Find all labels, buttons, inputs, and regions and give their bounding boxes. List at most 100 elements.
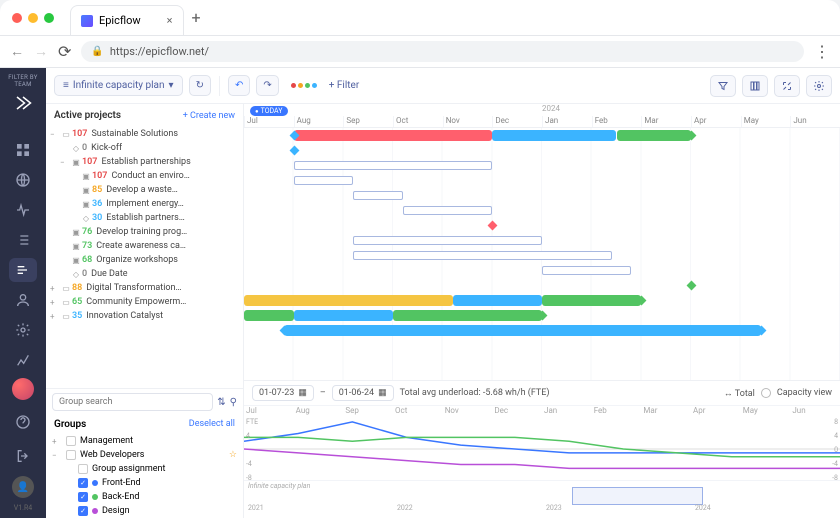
gantt-bar[interactable] (294, 310, 393, 321)
expand-toggle[interactable]: + (50, 312, 60, 321)
group-row[interactable]: ✓Back-End (46, 490, 243, 504)
group-row[interactable]: −Web Developers☆ (46, 448, 243, 462)
gantt-row[interactable] (244, 158, 840, 173)
forward-button[interactable]: → (34, 43, 48, 60)
load-chart[interactable]: JulAugSepOctNovDecJanFebMarAprMayJun FTE… (244, 405, 840, 518)
gantt-row[interactable] (244, 233, 840, 248)
gantt-row[interactable] (244, 218, 840, 233)
gantt-row[interactable] (244, 278, 840, 293)
tree-row[interactable]: +▭88Digital Transformation… (46, 281, 243, 295)
settings-button[interactable] (806, 75, 832, 97)
gantt-bar[interactable] (353, 191, 403, 200)
gantt-bar[interactable] (244, 295, 453, 306)
tree-row[interactable]: ◇0Due Date (46, 267, 243, 281)
reload-button[interactable]: ⟳ (58, 42, 71, 61)
filter-groups-icon[interactable]: ⚲ (230, 397, 237, 408)
group-checkbox[interactable]: ✓ (78, 492, 88, 502)
tree-row[interactable]: ▣85Develop a waste… (46, 183, 243, 197)
group-row[interactable]: ✓Front-End (46, 476, 243, 490)
tree-row[interactable]: ▣107Conduct an enviro… (46, 169, 243, 183)
nav-grid-icon[interactable] (9, 138, 37, 162)
gantt-row[interactable] (244, 203, 840, 218)
back-button[interactable]: ← (10, 43, 24, 60)
group-checkbox[interactable] (66, 450, 76, 460)
plan-selector[interactable]: ≡ Infinite capacity plan ▾ (54, 75, 183, 96)
gantt-bar[interactable] (617, 130, 692, 141)
gantt-bar[interactable] (492, 130, 616, 141)
sort-icon[interactable]: ⇅ (217, 397, 225, 408)
tree-row[interactable]: +▭35Innovation Catalyst (46, 309, 243, 323)
gantt-row[interactable] (244, 248, 840, 263)
gantt-body[interactable] (244, 128, 840, 380)
group-checkbox[interactable]: ✓ (78, 506, 88, 516)
gantt-row[interactable] (244, 128, 840, 143)
browser-menu[interactable]: ⋮ (814, 42, 830, 61)
overview-strip[interactable]: Infinite capacity plan 2021202220232024 (244, 480, 840, 512)
gantt-row[interactable] (244, 323, 840, 338)
tree-row[interactable]: +▭65Community Empowerm… (46, 295, 243, 309)
tree-row[interactable]: −▭107Sustainable Solutions (46, 127, 243, 141)
gantt-bar[interactable] (542, 295, 641, 306)
gantt-bar[interactable] (353, 251, 611, 260)
close-window[interactable] (12, 13, 22, 23)
star-icon[interactable]: ☆ (229, 450, 237, 460)
gantt-bar[interactable] (453, 295, 542, 306)
gantt-row[interactable] (244, 308, 840, 323)
add-filter-button[interactable]: + Filter (329, 80, 360, 91)
expand-toggle[interactable]: − (50, 130, 60, 139)
overview-brush[interactable] (572, 487, 703, 505)
new-tab-button[interactable]: + (192, 8, 201, 27)
create-new-button[interactable]: + Create new (183, 111, 235, 121)
tab-close-icon[interactable]: × (167, 14, 173, 27)
gantt-bar[interactable] (284, 325, 761, 336)
minimize-window[interactable] (28, 13, 38, 23)
gantt-bar[interactable] (353, 236, 542, 245)
columns-button[interactable] (742, 75, 768, 97)
tree-row[interactable]: ▣68Organize workshops (46, 253, 243, 267)
capacity-radio[interactable] (761, 388, 771, 398)
nav-settings-icon[interactable] (9, 318, 37, 342)
gantt-bar[interactable] (403, 206, 492, 215)
tree-row[interactable]: ▣36Implement energy… (46, 197, 243, 211)
gantt-row[interactable] (244, 173, 840, 188)
gantt-row[interactable] (244, 143, 840, 158)
filter-icon-button[interactable] (710, 75, 736, 97)
date-from[interactable]: 01-07-23▦ (252, 385, 314, 401)
tree-row[interactable]: ▣76Develop training prog… (46, 225, 243, 239)
total-toggle[interactable]: ↔ Total (724, 388, 755, 399)
gantt-bar[interactable] (244, 310, 294, 321)
gantt-row[interactable] (244, 293, 840, 308)
nav-globe-icon[interactable] (9, 168, 37, 192)
user-avatar[interactable]: 👤 (12, 476, 34, 498)
nav-timeline-icon[interactable] (9, 258, 37, 282)
nav-help-icon[interactable] (9, 408, 37, 436)
maximize-window[interactable] (44, 13, 54, 23)
nav-chart-icon[interactable] (9, 348, 37, 372)
nav-pulse-icon[interactable] (9, 198, 37, 222)
nav-list-icon[interactable] (9, 228, 37, 252)
group-row[interactable]: Group assignment (46, 462, 243, 476)
undo-button[interactable]: ↶ (228, 75, 250, 96)
expand-toggle[interactable]: + (50, 298, 60, 307)
expand-toggle[interactable]: − (52, 451, 62, 460)
milestone-diamond[interactable] (488, 221, 498, 231)
url-input[interactable]: 🔒 https://epicflow.net/ (81, 41, 804, 62)
milestone-diamond[interactable] (687, 281, 697, 291)
today-badge[interactable]: TODAY (250, 106, 288, 116)
browser-tab[interactable]: Epicflow × (70, 5, 184, 35)
app-logo[interactable] (13, 94, 33, 112)
expand-toggle[interactable]: − (60, 158, 70, 167)
gantt-bar[interactable] (294, 176, 354, 185)
group-search-input[interactable] (52, 393, 213, 411)
nav-logout-icon[interactable] (9, 442, 37, 470)
gantt-row[interactable] (244, 263, 840, 278)
group-checkbox[interactable]: ✓ (78, 478, 88, 488)
group-checkbox[interactable] (66, 436, 76, 446)
tree-row[interactable]: ▣73Create awareness ca… (46, 239, 243, 253)
refresh-button[interactable]: ↻ (189, 75, 211, 96)
gantt-row[interactable] (244, 188, 840, 203)
org-avatar[interactable] (12, 378, 34, 400)
milestone-diamond[interactable] (289, 146, 299, 156)
group-row[interactable]: +Management (46, 434, 243, 448)
gantt-bar[interactable] (294, 130, 493, 141)
